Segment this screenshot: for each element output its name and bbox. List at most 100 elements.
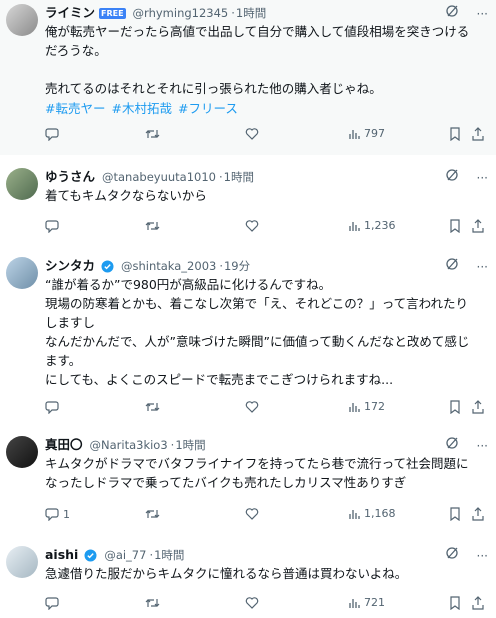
tweet-text: “誰が着るか”で980円が高級品に化けるんですね。 現場の防寒着とかも、着こなし次… bbox=[45, 277, 470, 387]
handle[interactable]: @rhyming12345 bbox=[133, 6, 229, 20]
separator-dot: · bbox=[170, 438, 175, 452]
grok-icon[interactable] bbox=[445, 257, 459, 276]
views-icon bbox=[349, 402, 360, 412]
handle[interactable]: @tanabeyuuta1010 bbox=[102, 170, 216, 184]
reply-button[interactable] bbox=[45, 596, 63, 610]
timestamp[interactable]: 1時間 bbox=[154, 548, 184, 562]
more-icon[interactable]: ··· bbox=[477, 5, 488, 23]
tweet[interactable]: ライミン FREE @rhyming12345·1時間 ··· 俺が転売ヤーだっ… bbox=[0, 0, 496, 156]
handle[interactable]: @shintaka_2003 bbox=[121, 259, 216, 273]
more-icon[interactable]: ··· bbox=[477, 547, 488, 565]
tweet-text: 着てもキムタクならないから bbox=[45, 188, 207, 203]
grok-icon[interactable] bbox=[445, 546, 459, 565]
bookmark-icon bbox=[450, 596, 460, 610]
share-icon bbox=[472, 127, 484, 141]
like-icon bbox=[245, 508, 259, 520]
display-name[interactable]: ゆうさん bbox=[45, 169, 95, 184]
avatar[interactable] bbox=[6, 168, 38, 200]
bookmark-icon bbox=[450, 400, 460, 414]
avatar[interactable] bbox=[6, 546, 38, 578]
retweet-icon bbox=[145, 599, 160, 607]
views-button[interactable]: 721 bbox=[348, 596, 385, 609]
reply-icon bbox=[45, 220, 59, 233]
handle[interactable]: @Narita3kio3 bbox=[90, 438, 168, 452]
reply-button[interactable] bbox=[45, 219, 63, 233]
retweet-icon bbox=[145, 130, 160, 138]
separator-dot: · bbox=[231, 6, 235, 20]
like-button[interactable] bbox=[245, 219, 259, 233]
bookmark-button[interactable] bbox=[449, 127, 461, 141]
tweet-text: 急遽借りた服だからキムタクに憧れるなら普通は買わないよね。 bbox=[45, 566, 408, 581]
share-icon bbox=[472, 596, 484, 610]
share-button[interactable] bbox=[471, 400, 485, 414]
like-button[interactable] bbox=[245, 400, 259, 414]
retweet-button[interactable] bbox=[145, 507, 160, 521]
timestamp[interactable]: 1時間 bbox=[224, 170, 254, 184]
hashtags: #転売ヤー #木村拓哉 #フリース bbox=[45, 98, 488, 117]
avatar[interactable] bbox=[6, 257, 38, 289]
tweet-header: シンタカ @shintaka_2003·19分 ··· bbox=[45, 257, 488, 275]
more-icon[interactable]: ··· bbox=[477, 437, 488, 455]
avatar[interactable] bbox=[6, 4, 38, 36]
timestamp[interactable]: 1時間 bbox=[175, 438, 205, 452]
display-name[interactable]: ライミン bbox=[45, 5, 95, 20]
retweet-button[interactable] bbox=[145, 219, 160, 233]
bookmark-button[interactable] bbox=[449, 596, 461, 610]
action-bar: 721 bbox=[45, 596, 488, 616]
display-name[interactable]: シンタカ bbox=[45, 258, 95, 273]
like-button[interactable] bbox=[245, 127, 259, 141]
retweet-button[interactable] bbox=[145, 400, 160, 414]
separator-dot: · bbox=[149, 548, 154, 562]
views-button[interactable]: 1,168 bbox=[348, 507, 396, 520]
reply-button[interactable] bbox=[45, 127, 63, 141]
share-icon bbox=[472, 400, 484, 414]
grok-icon[interactable] bbox=[445, 168, 459, 187]
retweet-button[interactable] bbox=[145, 596, 160, 610]
avatar[interactable] bbox=[6, 436, 38, 468]
views-button[interactable]: 172 bbox=[348, 400, 385, 413]
bookmark-button[interactable] bbox=[449, 219, 461, 233]
timestamp[interactable]: 19分 bbox=[224, 259, 250, 273]
more-icon[interactable]: ··· bbox=[477, 169, 488, 187]
free-badge: FREE bbox=[99, 8, 126, 19]
retweet-button[interactable] bbox=[145, 127, 160, 141]
views-button[interactable]: 797 bbox=[348, 127, 385, 140]
tweet-header: aishi @ai_77·1時間 ··· bbox=[45, 546, 488, 564]
hashtag[interactable]: #転売ヤー bbox=[45, 101, 105, 116]
tweet[interactable]: ゆうさん @tanabeyuuta1010·1時間 ··· 着てもキムタクならな… bbox=[0, 155, 496, 246]
hashtag[interactable]: #木村拓哉 bbox=[111, 101, 171, 116]
reply-button[interactable] bbox=[45, 400, 63, 414]
handle[interactable]: @ai_77 bbox=[104, 548, 146, 562]
bookmark-icon bbox=[450, 507, 460, 521]
share-button[interactable] bbox=[471, 507, 485, 521]
like-icon bbox=[245, 401, 259, 413]
views-button[interactable]: 1,236 bbox=[348, 219, 396, 232]
grok-icon[interactable] bbox=[445, 436, 459, 455]
tweet[interactable]: シンタカ @shintaka_2003·19分 ··· “誰が着るか”で980円… bbox=[0, 245, 496, 427]
display-name[interactable]: 真田〇 bbox=[45, 437, 83, 452]
share-button[interactable] bbox=[471, 127, 485, 141]
share-button[interactable] bbox=[471, 596, 485, 610]
like-icon bbox=[245, 220, 259, 232]
display-name[interactable]: aishi bbox=[45, 547, 78, 562]
verified-badge-icon bbox=[101, 260, 114, 273]
reply-button[interactable]: 1 bbox=[45, 507, 70, 521]
hashtag[interactable]: #フリース bbox=[178, 101, 238, 116]
share-button[interactable] bbox=[471, 219, 485, 233]
more-icon[interactable]: ··· bbox=[477, 258, 488, 276]
views-icon bbox=[349, 221, 360, 231]
reply-icon bbox=[45, 401, 59, 414]
like-button[interactable] bbox=[245, 596, 259, 610]
tweet[interactable]: aishi @ai_77·1時間 ··· 急遽借りた服だからキムタクに憧れるなら… bbox=[0, 536, 496, 618]
tweet[interactable]: 真田〇 @Narita3kio3·1時間 ··· キムタクがドラマでバタフライナ… bbox=[0, 426, 496, 537]
like-button[interactable] bbox=[245, 507, 259, 521]
separator-dot: · bbox=[219, 259, 223, 273]
tweet-header: ライミン FREE @rhyming12345·1時間 ··· bbox=[45, 4, 488, 22]
timestamp[interactable]: 1時間 bbox=[236, 6, 266, 20]
views-icon bbox=[349, 509, 360, 519]
reply-count: 1 bbox=[63, 507, 70, 521]
grok-icon[interactable] bbox=[445, 4, 459, 23]
bookmark-button[interactable] bbox=[449, 400, 461, 414]
tweet-text: キムタクがドラマでバタフライナイフを持ってたら巷で流行って社会問題に なったしドラ… bbox=[45, 456, 469, 490]
bookmark-button[interactable] bbox=[449, 507, 461, 521]
